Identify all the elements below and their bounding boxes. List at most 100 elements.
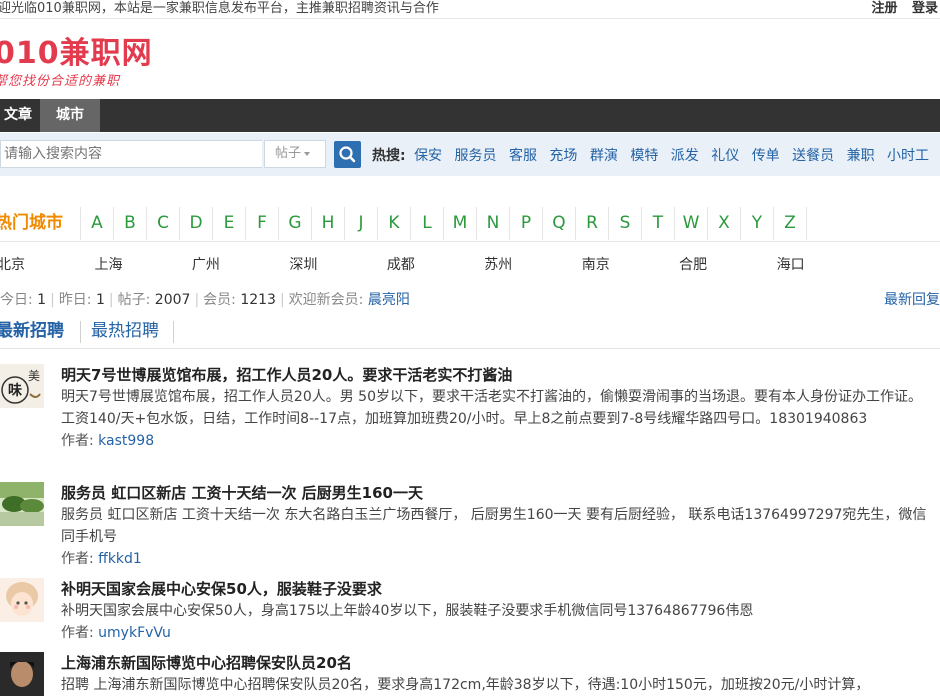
letter-link[interactable]: A	[81, 207, 114, 240]
stat-yesterday-label: 昨日:	[58, 292, 92, 308]
divider	[0, 241, 940, 242]
search-button[interactable]	[334, 141, 361, 168]
hot-keyword[interactable]: 保安	[414, 148, 442, 164]
city-letter-index: 热门城市 ABCDEFGHJKLMNPQRSTWXYZ	[0, 207, 940, 242]
letter-link[interactable]: G	[279, 207, 312, 240]
hot-keyword[interactable]: 模特	[630, 148, 658, 164]
tab-latest-jobs[interactable]: 最新招聘	[0, 315, 64, 348]
hot-search-label: 热搜:	[372, 148, 406, 164]
divider	[173, 321, 174, 343]
avatar[interactable]	[0, 578, 44, 622]
search-type-label: 帖子	[275, 146, 302, 161]
city-link[interactable]: 海口	[777, 254, 805, 274]
hot-keyword[interactable]: 群演	[590, 148, 618, 164]
letter-list: ABCDEFGHJKLMNPQRSTWXYZ	[80, 207, 807, 240]
hot-keyword[interactable]: 充场	[549, 148, 577, 164]
city-link[interactable]: 北京	[0, 254, 90, 274]
search-icon	[339, 146, 356, 163]
letter-link[interactable]: P	[510, 207, 543, 240]
author-link[interactable]: ffkkd1	[98, 551, 142, 567]
nav-item-articles[interactable]: 文章	[0, 99, 40, 132]
post-title[interactable]: 服务员 虹口区新店 工资十天结一次 后厨男生160一天	[61, 482, 931, 504]
city-link[interactable]: 成都	[387, 254, 480, 274]
letter-link[interactable]: Z	[774, 207, 807, 240]
hot-cities-label: 热门城市	[0, 213, 63, 233]
letter-link[interactable]: K	[378, 207, 411, 240]
letter-link[interactable]: T	[642, 207, 675, 240]
top-bar: 迎光临010兼职网，本站是一家兼职信息发布平台，主推兼职招聘资讯与合作 注册 登…	[0, 0, 940, 19]
letter-link[interactable]: R	[576, 207, 609, 240]
hot-keyword[interactable]: 服务员	[455, 148, 497, 164]
city-link[interactable]: 苏州	[484, 254, 577, 274]
letter-link[interactable]: Q	[543, 207, 576, 240]
hot-keyword[interactable]: 客服	[509, 148, 537, 164]
job-tabs: 最新招聘 最热招聘	[0, 315, 940, 349]
post-content: 服务员 虹口区新店 工资十天结一次 后厨男生160一天 服务员 虹口区新店 工资…	[61, 482, 931, 570]
author-label: 作者:	[61, 433, 94, 449]
avatar[interactable]	[0, 652, 44, 696]
stat-yesterday-value: 1	[95, 292, 105, 308]
avatar-girl-icon	[0, 578, 44, 622]
letter-link[interactable]: S	[609, 207, 642, 240]
search-input[interactable]	[0, 140, 262, 168]
letter-link[interactable]: W	[675, 207, 708, 240]
post-title[interactable]: 上海浦东新国际博览中心招聘保安队员20名	[61, 652, 931, 674]
city-link[interactable]: 上海	[94, 254, 187, 274]
letter-link[interactable]: B	[114, 207, 147, 240]
stat-posts-label: 帖子:	[117, 292, 151, 308]
post-author: 作者: kast998	[61, 430, 931, 452]
nav-item-cities[interactable]: 城市	[40, 99, 100, 132]
login-link[interactable]: 登录	[912, 1, 938, 16]
post-content: 明天7号世博展览馆布展，招工作人员20人。要求干活老实不打酱油 明天7号世博展览…	[61, 364, 931, 452]
author-link[interactable]: kast998	[98, 433, 154, 449]
hot-keyword[interactable]: 小时工	[887, 148, 929, 164]
letter-link[interactable]: J	[345, 207, 378, 240]
post-content: 上海浦东新国际博览中心招聘保安队员20名 招聘 上海浦东新国际博览中心招聘保安队…	[61, 652, 931, 696]
post-description: 服务员 虹口区新店 工资十天结一次 东大名路白玉兰广场西餐厅， 后厨男生160一…	[61, 507, 927, 545]
register-link[interactable]: 注册	[871, 1, 897, 16]
letter-link[interactable]: X	[708, 207, 741, 240]
hot-keyword[interactable]: 兼职	[847, 148, 875, 164]
tab-hottest-jobs[interactable]: 最热招聘	[91, 315, 159, 348]
city-link[interactable]: 广州	[192, 254, 285, 274]
hot-keyword[interactable]: 派发	[671, 148, 699, 164]
post-title[interactable]: 补明天国家会展中心安保50人，服装鞋子没要求	[61, 578, 931, 600]
post-description: 明天7号世博展览馆布展，招工作人员20人。男 50岁以下，要求干活老实不打酱油的…	[61, 389, 922, 427]
hot-keyword[interactable]: 送餐员	[792, 148, 834, 164]
site-stats: 今日: 1 | 昨日: 1 | 帖子: 2007 | 会员: 1213 | 欢迎新会员: 晨亮阳…	[0, 289, 940, 309]
city-link[interactable]: 深圳	[289, 254, 382, 274]
logo-main-text: 010兼职网	[0, 36, 153, 71]
city-link[interactable]: 南京	[582, 254, 675, 274]
divider	[80, 321, 81, 343]
letter-link[interactable]: C	[147, 207, 180, 240]
city-link[interactable]: 合肥	[679, 254, 772, 274]
hot-search: 热搜: 保安 服务员 客服 充场 群演 模特 派发 礼仪 传单 送餐员 兼职 小…	[372, 145, 937, 165]
letter-link[interactable]: F	[246, 207, 279, 240]
stat-posts-value: 2007	[154, 292, 191, 308]
avatar-man-icon	[0, 652, 44, 696]
stat-today-value: 1	[37, 292, 47, 308]
hot-keyword[interactable]: 礼仪	[711, 148, 739, 164]
search-bar: 帖子 热搜: 保安 服务员 客服 充场 群演 模特 派发 礼仪 传单 送餐员 兼…	[0, 133, 940, 176]
letter-link[interactable]: L	[411, 207, 444, 240]
letter-link[interactable]: N	[477, 207, 510, 240]
letter-link[interactable]: E	[213, 207, 246, 240]
avatar[interactable]	[0, 482, 44, 526]
new-member-link[interactable]: 晨亮阳	[368, 292, 410, 308]
letter-link[interactable]: H	[312, 207, 345, 240]
letter-link[interactable]: Y	[741, 207, 774, 240]
site-logo[interactable]: 010兼职网 帮您找份合适的兼职	[0, 36, 153, 89]
stat-members-value: 1213	[240, 292, 276, 308]
letter-link[interactable]: M	[444, 207, 477, 240]
latest-reply-link[interactable]: 最新回复	[884, 289, 940, 309]
chevron-down-icon	[304, 151, 311, 156]
stat-welcome-label: 欢迎新会员:	[288, 292, 364, 308]
author-link[interactable]: umykFvVu	[98, 625, 171, 641]
avatar-meiwei-icon: 味 美	[0, 364, 44, 408]
avatar[interactable]: 味 美	[0, 364, 44, 408]
hot-keyword[interactable]: 传单	[752, 148, 780, 164]
search-type-select[interactable]: 帖子	[264, 140, 326, 168]
post-title[interactable]: 明天7号世博展览馆布展，招工作人员20人。要求干活老实不打酱油	[61, 364, 931, 386]
stat-today-label: 今日:	[0, 292, 33, 308]
letter-link[interactable]: D	[180, 207, 213, 240]
